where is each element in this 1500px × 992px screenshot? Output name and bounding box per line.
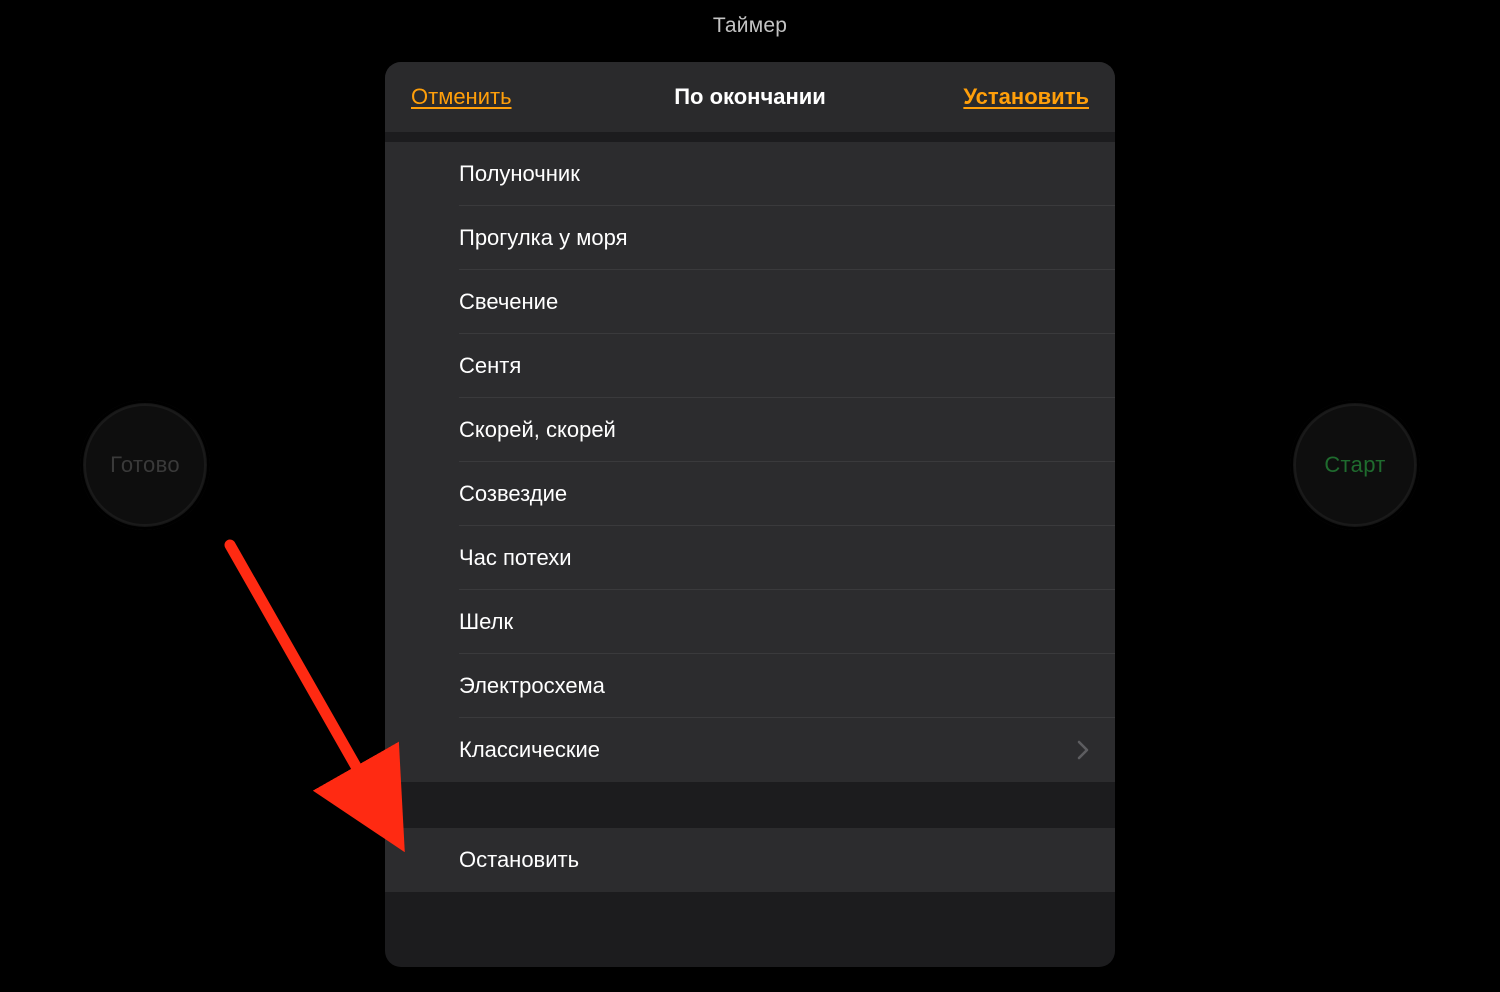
stop-playing-row[interactable]: Остановить bbox=[385, 828, 1115, 892]
when-timer-ends-sheet: Отменить По окончании Установить Полуноч… bbox=[385, 62, 1115, 967]
sound-label: Шелк bbox=[459, 609, 1089, 635]
sound-row[interactable]: Прогулка у моря bbox=[385, 206, 1115, 270]
stop-section: Остановить bbox=[385, 828, 1115, 892]
sound-label: Скорей, скорей bbox=[459, 417, 1089, 443]
cancel-button[interactable]: Отменить bbox=[411, 84, 512, 110]
stop-playing-label: Остановить bbox=[459, 847, 1089, 873]
sound-row[interactable]: Шелк bbox=[385, 590, 1115, 654]
start-button[interactable]: Старт bbox=[1290, 400, 1420, 530]
section-gap bbox=[385, 782, 1115, 828]
page-title: Таймер bbox=[0, 14, 1500, 38]
sound-row[interactable]: Скорей, скорей bbox=[385, 398, 1115, 462]
classic-label: Классические bbox=[459, 737, 1077, 763]
start-button-label: Старт bbox=[1324, 452, 1385, 478]
sound-label: Полуночник bbox=[459, 161, 1089, 187]
chevron-right-icon bbox=[1077, 740, 1089, 760]
done-button-label: Готово bbox=[110, 452, 180, 478]
sheet-header: Отменить По окончании Установить bbox=[385, 62, 1115, 132]
sound-list: Полуночник Прогулка у моря Свечение Сент… bbox=[385, 142, 1115, 782]
set-button[interactable]: Установить bbox=[963, 84, 1089, 110]
sound-label: Сентя bbox=[459, 353, 1089, 379]
sound-label: Электросхема bbox=[459, 673, 1089, 699]
sound-row[interactable]: Полуночник bbox=[385, 142, 1115, 206]
sheet-body: Полуночник Прогулка у моря Свечение Сент… bbox=[385, 132, 1115, 967]
sound-label: Свечение bbox=[459, 289, 1089, 315]
sound-row[interactable]: Созвездие bbox=[385, 462, 1115, 526]
done-button[interactable]: Готово bbox=[80, 400, 210, 530]
sound-row[interactable]: Свечение bbox=[385, 270, 1115, 334]
sound-label: Час потехи bbox=[459, 545, 1089, 571]
sound-row[interactable]: Электросхема bbox=[385, 654, 1115, 718]
sound-label: Прогулка у моря bbox=[459, 225, 1089, 251]
sound-label: Созвездие bbox=[459, 481, 1089, 507]
classic-row[interactable]: Классические bbox=[385, 718, 1115, 782]
sound-row[interactable]: Сентя bbox=[385, 334, 1115, 398]
sound-row[interactable]: Час потехи bbox=[385, 526, 1115, 590]
